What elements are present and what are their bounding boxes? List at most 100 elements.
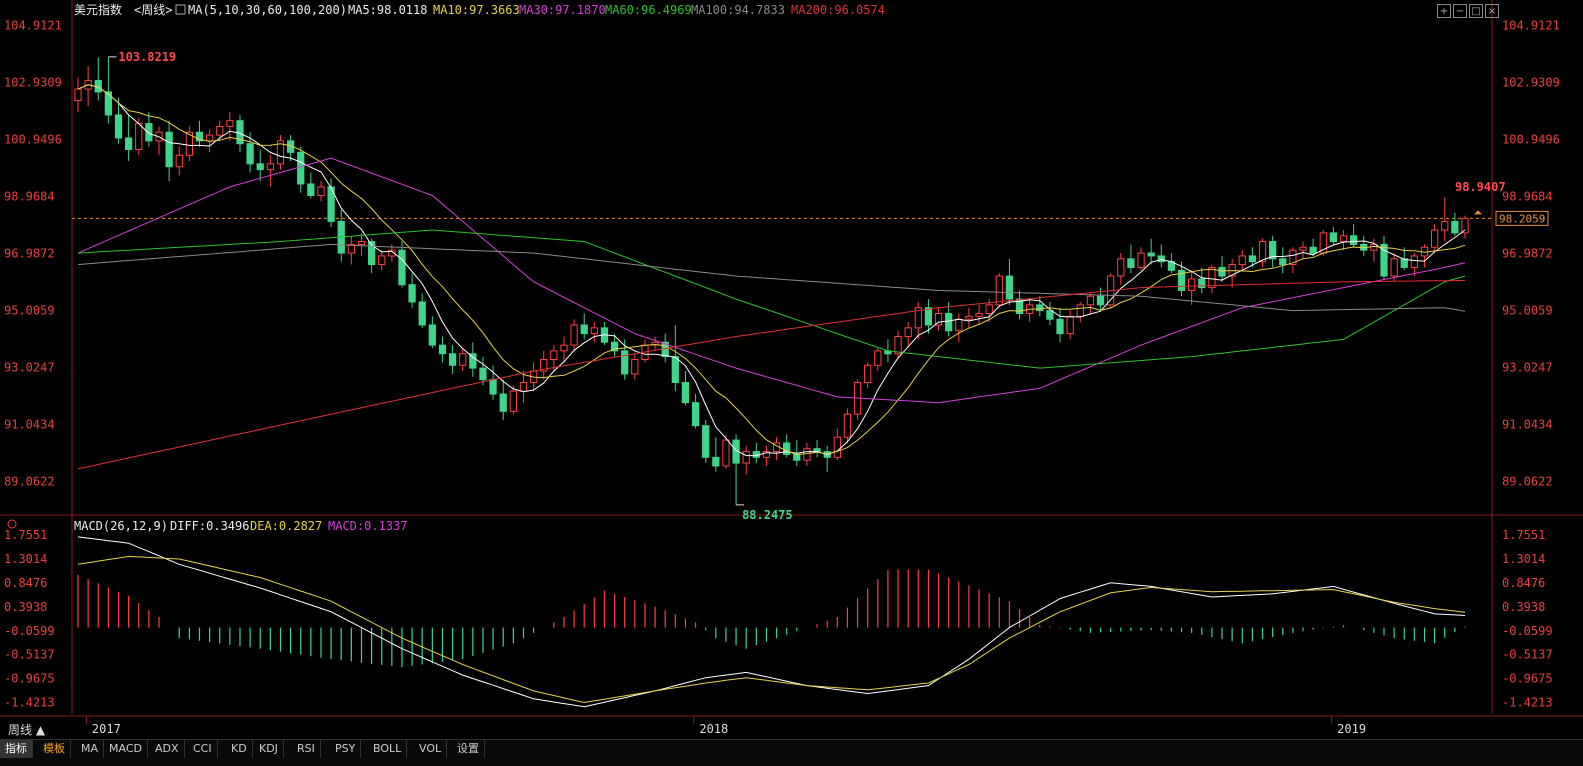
- indicator-tab[interactable]: MA: [76, 740, 105, 758]
- price-tick-left: 96.9872: [4, 246, 55, 260]
- candle-down: [1005, 275, 1014, 300]
- ma-settings-icon: [175, 4, 186, 15]
- indicator-tab[interactable]: 指标: [0, 740, 33, 758]
- candle-up: [1299, 246, 1307, 251]
- candle-down: [479, 367, 487, 381]
- indicator-tab[interactable]: BOLL: [368, 740, 408, 758]
- period-button[interactable]: 周线 ▲: [8, 721, 45, 738]
- indicator-tab[interactable]: KD: [226, 740, 253, 758]
- close-icon[interactable]: ×: [1485, 4, 1499, 18]
- candle-down: [114, 114, 123, 139]
- candle-down: [145, 123, 153, 142]
- candle-up: [317, 186, 325, 197]
- candle-up: [894, 335, 902, 355]
- candle-down: [691, 402, 700, 427]
- zoom-out-icon[interactable]: −: [1453, 4, 1467, 18]
- candle-up: [216, 125, 224, 136]
- indicator-tab[interactable]: 设置: [452, 740, 485, 758]
- x-label: 2017: [92, 722, 121, 736]
- macd-dea: DEA:0.2827: [250, 519, 322, 533]
- candle-down: [580, 324, 588, 335]
- candle-up: [560, 344, 568, 352]
- candle-down: [924, 307, 933, 326]
- candle-down: [418, 301, 426, 326]
- macd-tick-right: 1.7551: [1502, 528, 1545, 542]
- candle-down: [681, 382, 690, 404]
- candle-up: [955, 318, 963, 332]
- candle-up: [1258, 241, 1267, 263]
- candle-up: [1208, 266, 1216, 289]
- price-tick-left: 93.0247: [4, 360, 55, 374]
- macd-tick-left: -0.9675: [4, 672, 55, 686]
- candle-down: [1147, 252, 1155, 257]
- indicator-bar: 指标 模板 MA MACD ADX CCI KD KDJ RSI PSY BOLL VOL 设置: [0, 739, 1583, 766]
- candle-down: [1036, 304, 1044, 312]
- candle-up: [742, 451, 750, 464]
- price-tick-right: 89.0622: [1502, 474, 1553, 488]
- candle-down: [1329, 232, 1338, 243]
- candle-up: [1441, 220, 1449, 231]
- candle-down: [702, 425, 710, 458]
- candle-up: [1188, 278, 1196, 291]
- candle-down: [124, 137, 133, 150]
- indicator-tab[interactable]: MACD: [104, 740, 148, 758]
- period-tag: <周线>: [134, 3, 172, 17]
- macd-tick-right: -0.9675: [1502, 672, 1553, 686]
- candle-down: [945, 312, 953, 332]
- candle-up: [175, 154, 183, 168]
- macd-tick-right: 1.3014: [1502, 552, 1545, 566]
- macd-diff: DIFF:0.3496: [170, 519, 249, 533]
- candle-down: [1248, 255, 1257, 263]
- candle-up: [590, 327, 598, 335]
- price-tick-left: 98.9684: [4, 189, 55, 203]
- candle-down: [297, 151, 305, 185]
- candle-up: [226, 120, 234, 127]
- indicator-tab[interactable]: RSI: [292, 740, 321, 758]
- price-tick-right: 91.0434: [1502, 417, 1553, 431]
- candle-down: [1127, 258, 1135, 268]
- indicator-tab[interactable]: KDJ: [254, 740, 284, 758]
- macd-dea-line: [77, 555, 1466, 704]
- macd-tick-left: 1.7551: [4, 528, 47, 542]
- candle-up: [995, 275, 1003, 306]
- macd-tick-right: -0.0599: [1502, 624, 1553, 638]
- candle-down: [438, 344, 447, 355]
- symbol-title: 美元指数: [74, 2, 122, 17]
- candle-up: [1461, 217, 1469, 234]
- fullscreen-icon[interactable]: □: [1469, 4, 1483, 18]
- candle-up: [1086, 295, 1095, 306]
- indicator-tab[interactable]: 模板: [38, 740, 71, 758]
- candle-up: [985, 304, 993, 314]
- x-label: 2018: [699, 722, 728, 736]
- indicator-tab[interactable]: ADX: [150, 740, 185, 758]
- candle-up: [1066, 315, 1074, 335]
- candle-down: [1218, 266, 1226, 277]
- candle-up: [1117, 258, 1125, 277]
- candle-up: [135, 123, 143, 150]
- candle-down: [1279, 258, 1287, 266]
- candle-down: [671, 356, 679, 384]
- ma-line-ma30: [77, 157, 1466, 404]
- candle-up: [378, 255, 386, 266]
- price-chart[interactable]: 104.9121 104.9121 102.9309 102.9309 100.9496…: [0, 0, 1583, 740]
- crosshair-icon[interactable]: +: [1437, 4, 1451, 18]
- indicator-tab[interactable]: CCI: [188, 740, 218, 758]
- price-tick-right: 104.9121: [1502, 18, 1560, 32]
- candle-up: [1076, 304, 1084, 317]
- candle-down: [1056, 318, 1064, 335]
- low-label: 88.2475: [742, 508, 793, 522]
- macd-tick-left: -0.5137: [4, 648, 55, 662]
- candle-down: [489, 379, 497, 395]
- indicator-tab[interactable]: VOL: [414, 740, 448, 758]
- ma200-value: MA200:96.0574: [791, 3, 885, 17]
- candle-down: [307, 183, 315, 197]
- macd-pane-icon: [7, 519, 17, 529]
- indicator-tab[interactable]: PSY: [330, 740, 362, 758]
- ma-label: MA(5,10,30,60,100,200): [188, 3, 347, 17]
- price-tick-left: 102.9309: [4, 75, 62, 89]
- macd-value: MACD:0.1337: [328, 519, 407, 533]
- candle-down: [1309, 246, 1317, 254]
- candle-up: [266, 163, 274, 171]
- candle-up: [74, 88, 82, 102]
- macd-tick-left: -0.0599: [4, 624, 55, 638]
